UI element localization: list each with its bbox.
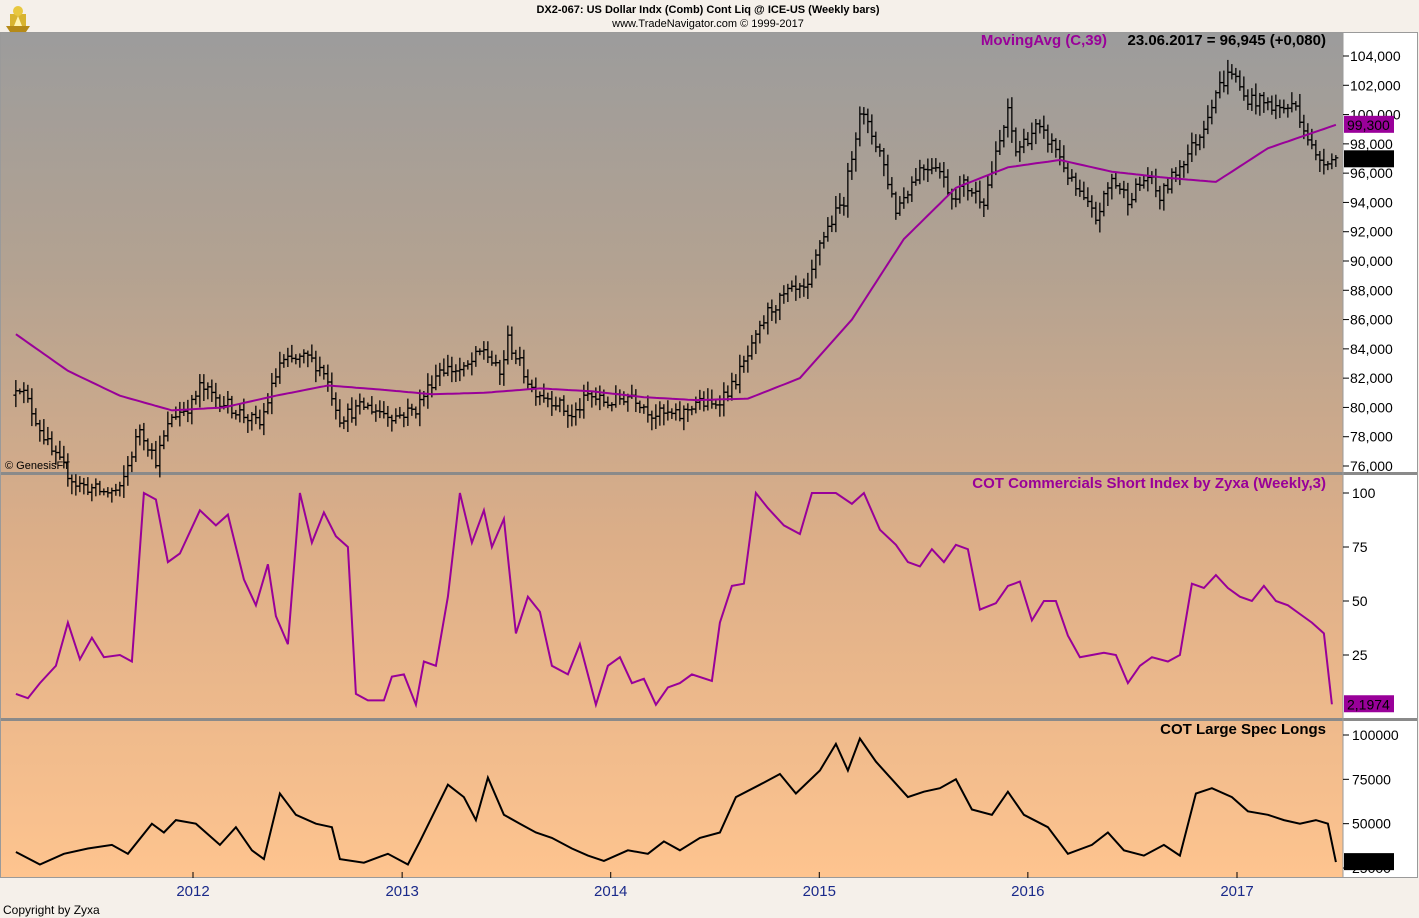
ma-indicator-label: MovingAvg (C,39) [981,32,1107,49]
plot-background [1,32,1343,878]
last-price-badge: 96,945 [1344,150,1394,167]
svg-text:99,300: 99,300 [1347,117,1390,133]
price-tick-label: 102,000 [1350,77,1401,93]
svg-text:2,1974: 2,1974 [1347,696,1390,712]
copyright-footer: Copyright by Zyxa [3,903,100,917]
price-tick-label: 96,000 [1350,165,1393,181]
large-spec-title: COT Large Spec Longs [1160,721,1326,738]
cot-index-last-badge: 2,1974 [1344,695,1394,712]
cot-index-tick-label: 75 [1352,539,1368,555]
price-tick-label: 84,000 [1350,341,1393,357]
year-tick-label: 2013 [385,883,418,900]
price-tick-label: 76,000 [1350,458,1393,474]
genesis-watermark: © GenesisFT [5,460,70,472]
price-tick-label: 82,000 [1350,370,1393,386]
chart-header-line2: www.TradeNavigator.com © 1999-2017 [611,18,804,30]
price-value-label: 23.06.2017 = 96,945 (+0,080) [1127,32,1326,49]
cot-index-tick-label: 25 [1352,647,1368,663]
cot-short-index-title: COT Commercials Short Index by Zyxa (Wee… [972,475,1326,492]
last-ma-badge: 99,300 [1344,116,1394,133]
price-tick-label: 90,000 [1350,253,1393,269]
year-tick-label: 2016 [1011,883,1044,900]
year-tick-label: 2015 [803,883,836,900]
year-tick-label: 2014 [594,883,627,900]
price-tick-label: 78,000 [1350,429,1393,445]
chart-canvas: DX2-067: US Dollar Indx (Comb) Cont Liq … [0,0,1419,918]
price-tick-label: 80,000 [1350,399,1393,415]
spec-tick-label: 75000 [1352,771,1391,787]
chart-header-line1: DX2-067: US Dollar Indx (Comb) Cont Liq … [536,4,879,16]
price-tick-label: 104,000 [1350,48,1401,64]
spec-tick-label: 100000 [1352,727,1399,743]
spec-tick-label: 50000 [1352,816,1391,832]
year-tick-label: 2012 [176,883,209,900]
price-tick-label: 86,000 [1350,312,1393,328]
year-tick-label: 2017 [1220,883,1253,900]
price-tick-label: 92,000 [1350,224,1393,240]
price-tick-label: 98,000 [1350,136,1393,152]
price-tick-label: 88,000 [1350,282,1393,298]
svg-text:96,945: 96,945 [1347,151,1390,167]
cot-index-tick-label: 100 [1352,485,1376,501]
price-y-axis[interactable]: 76,000 78,000 80,000 82,000 84,000 86,000 88,0… [1343,48,1401,474]
spec-last-badge: 28313 [1344,853,1394,870]
svg-text:28313: 28313 [1347,854,1386,870]
chart-window: DX2-067: US Dollar Indx (Comb) Cont Liq … [0,0,1419,918]
cot-index-tick-label: 50 [1352,593,1368,609]
price-tick-label: 94,000 [1350,194,1393,210]
